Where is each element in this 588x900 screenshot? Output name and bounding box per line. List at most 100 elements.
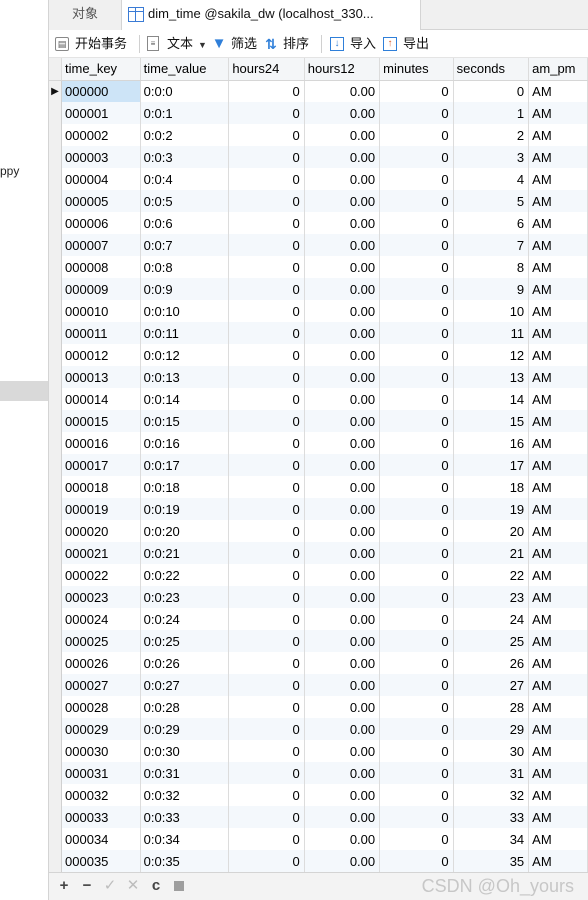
cell-hours12[interactable]: 0.00 bbox=[304, 740, 381, 762]
cell-minutes[interactable]: 0 bbox=[379, 124, 454, 146]
cell-am-pm[interactable]: AM bbox=[528, 762, 588, 784]
cell-hours12[interactable]: 0.00 bbox=[304, 256, 381, 278]
refresh-button[interactable]: c bbox=[146, 876, 166, 896]
cell-minutes[interactable]: 0 bbox=[379, 740, 454, 762]
cell-hours24[interactable]: 0 bbox=[228, 168, 305, 190]
cell-time-key[interactable]: 000035 bbox=[61, 850, 141, 872]
cell-am-pm[interactable]: AM bbox=[528, 542, 588, 564]
cell-time-value[interactable]: 0:0:7 bbox=[140, 234, 230, 256]
cell-am-pm[interactable]: AM bbox=[528, 234, 588, 256]
cell-hours24[interactable]: 0 bbox=[228, 410, 305, 432]
cell-am-pm[interactable]: AM bbox=[528, 366, 588, 388]
cell-time-key[interactable]: 000011 bbox=[61, 322, 141, 344]
cell-hours24[interactable]: 0 bbox=[228, 718, 305, 740]
table-row[interactable]: 000016 0:0:16 0 0.00 0 16 AM bbox=[49, 432, 588, 454]
cell-minutes[interactable]: 0 bbox=[379, 674, 454, 696]
begin-transaction-button[interactable]: ▤ 开始事务 bbox=[55, 34, 127, 54]
table-row[interactable]: 000024 0:0:24 0 0.00 0 24 AM bbox=[49, 608, 588, 630]
cell-hours24[interactable]: 0 bbox=[228, 652, 305, 674]
filter-button[interactable]: ▼ 筛选 bbox=[211, 34, 257, 54]
cell-seconds[interactable]: 35 bbox=[453, 850, 530, 872]
row-indicator[interactable] bbox=[49, 652, 63, 674]
row-indicator[interactable] bbox=[49, 388, 63, 410]
cell-time-value[interactable]: 0:0:10 bbox=[140, 300, 230, 322]
delete-record-button[interactable]: − bbox=[77, 876, 97, 896]
cell-time-key[interactable]: 000003 bbox=[61, 146, 141, 168]
cell-seconds[interactable]: 30 bbox=[453, 740, 530, 762]
cell-hours24[interactable]: 0 bbox=[228, 300, 305, 322]
table-row[interactable]: 000019 0:0:19 0 0.00 0 19 AM bbox=[49, 498, 588, 520]
export-button[interactable]: ↑ 导出 bbox=[383, 34, 429, 54]
cell-time-value[interactable]: 0:0:16 bbox=[140, 432, 230, 454]
cell-time-value[interactable]: 0:0:17 bbox=[140, 454, 230, 476]
row-indicator[interactable] bbox=[49, 410, 63, 432]
table-row[interactable]: 000021 0:0:21 0 0.00 0 21 AM bbox=[49, 542, 588, 564]
table-row[interactable]: 000034 0:0:34 0 0.00 0 34 AM bbox=[49, 828, 588, 850]
cell-am-pm[interactable]: AM bbox=[528, 586, 588, 608]
cell-am-pm[interactable]: AM bbox=[528, 564, 588, 586]
cell-am-pm[interactable]: AM bbox=[528, 80, 588, 102]
cell-hours24[interactable]: 0 bbox=[228, 366, 305, 388]
table-row[interactable]: 000005 0:0:5 0 0.00 0 5 AM bbox=[49, 190, 588, 212]
table-row[interactable]: 000008 0:0:8 0 0.00 0 8 AM bbox=[49, 256, 588, 278]
cell-am-pm[interactable]: AM bbox=[528, 190, 588, 212]
cell-seconds[interactable]: 10 bbox=[453, 300, 530, 322]
cell-hours24[interactable]: 0 bbox=[228, 740, 305, 762]
cell-minutes[interactable]: 0 bbox=[379, 806, 454, 828]
cell-time-value[interactable]: 0:0:12 bbox=[140, 344, 230, 366]
cell-minutes[interactable]: 0 bbox=[379, 388, 454, 410]
row-indicator[interactable] bbox=[49, 476, 63, 498]
cell-seconds[interactable]: 27 bbox=[453, 674, 530, 696]
cell-time-value[interactable]: 0:0:31 bbox=[140, 762, 230, 784]
cell-am-pm[interactable]: AM bbox=[528, 432, 588, 454]
cell-minutes[interactable]: 0 bbox=[379, 278, 454, 300]
cell-hours12[interactable]: 0.00 bbox=[304, 366, 381, 388]
cell-hours24[interactable]: 0 bbox=[228, 146, 305, 168]
cell-time-value[interactable]: 0:0:21 bbox=[140, 542, 230, 564]
row-indicator[interactable] bbox=[49, 608, 63, 630]
table-row[interactable]: 000010 0:0:10 0 0.00 0 10 AM bbox=[49, 300, 588, 322]
cell-hours24[interactable]: 0 bbox=[228, 586, 305, 608]
cell-hours24[interactable]: 0 bbox=[228, 388, 305, 410]
cell-seconds[interactable]: 26 bbox=[453, 652, 530, 674]
column-header-time-value[interactable]: time_value bbox=[140, 58, 230, 81]
table-row[interactable]: ▶ 000000 0:0:0 0 0.00 0 0 AM bbox=[49, 80, 588, 102]
cell-minutes[interactable]: 0 bbox=[379, 652, 454, 674]
cell-am-pm[interactable]: AM bbox=[528, 168, 588, 190]
cell-hours24[interactable]: 0 bbox=[228, 784, 305, 806]
cell-time-value[interactable]: 0:0:18 bbox=[140, 476, 230, 498]
cell-time-key[interactable]: 000034 bbox=[61, 828, 141, 850]
cell-am-pm[interactable]: AM bbox=[528, 784, 588, 806]
cell-minutes[interactable]: 0 bbox=[379, 344, 454, 366]
cell-hours12[interactable]: 0.00 bbox=[304, 388, 381, 410]
table-row[interactable]: 000017 0:0:17 0 0.00 0 17 AM bbox=[49, 454, 588, 476]
cell-time-key[interactable]: 000012 bbox=[61, 344, 141, 366]
cell-am-pm[interactable]: AM bbox=[528, 828, 588, 850]
row-indicator[interactable] bbox=[49, 564, 63, 586]
cell-hours24[interactable]: 0 bbox=[228, 762, 305, 784]
table-row[interactable]: 000023 0:0:23 0 0.00 0 23 AM bbox=[49, 586, 588, 608]
cell-am-pm[interactable]: AM bbox=[528, 476, 588, 498]
cell-seconds[interactable]: 23 bbox=[453, 586, 530, 608]
cell-time-key[interactable]: 000028 bbox=[61, 696, 141, 718]
cell-minutes[interactable]: 0 bbox=[379, 828, 454, 850]
row-indicator[interactable] bbox=[49, 586, 63, 608]
cell-am-pm[interactable]: AM bbox=[528, 410, 588, 432]
cell-seconds[interactable]: 0 bbox=[453, 80, 530, 102]
cell-minutes[interactable]: 0 bbox=[379, 300, 454, 322]
cell-seconds[interactable]: 33 bbox=[453, 806, 530, 828]
row-indicator[interactable] bbox=[49, 322, 63, 344]
table-row[interactable]: 000009 0:0:9 0 0.00 0 9 AM bbox=[49, 278, 588, 300]
cell-hours24[interactable]: 0 bbox=[228, 256, 305, 278]
cell-hours12[interactable]: 0.00 bbox=[304, 806, 381, 828]
cell-hours12[interactable]: 0.00 bbox=[304, 498, 381, 520]
cell-seconds[interactable]: 16 bbox=[453, 432, 530, 454]
cell-am-pm[interactable]: AM bbox=[528, 322, 588, 344]
cell-am-pm[interactable]: AM bbox=[528, 146, 588, 168]
cell-time-value[interactable]: 0:0:35 bbox=[140, 850, 230, 872]
cell-am-pm[interactable]: AM bbox=[528, 674, 588, 696]
cell-hours12[interactable]: 0.00 bbox=[304, 300, 381, 322]
cell-time-value[interactable]: 0:0:34 bbox=[140, 828, 230, 850]
apply-changes-button[interactable]: ✓ bbox=[100, 876, 120, 896]
cell-hours12[interactable]: 0.00 bbox=[304, 718, 381, 740]
